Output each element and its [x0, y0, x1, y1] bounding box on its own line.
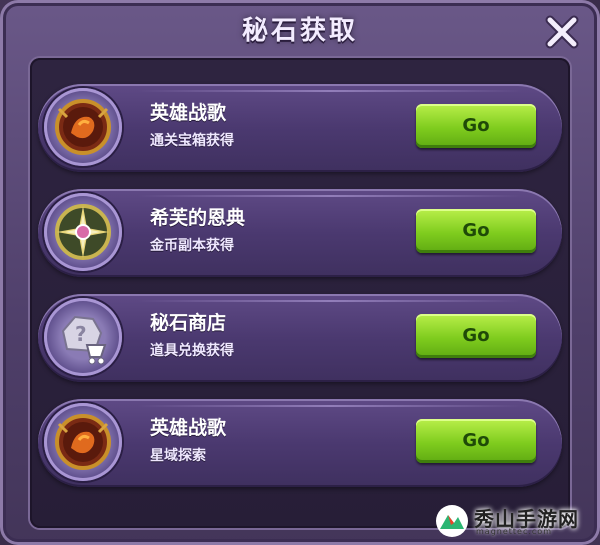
source-title: 英雄战歌: [150, 102, 227, 124]
hero-anthem-emblem-icon: [44, 88, 122, 166]
source-subtitle: 通关宝箱获得: [150, 133, 234, 149]
go-button[interactable]: Go: [416, 419, 536, 463]
go-button[interactable]: Go: [416, 104, 536, 148]
close-x-icon: [545, 15, 579, 49]
watermark-url: magnettec.com: [476, 527, 552, 536]
source-title: 秘石商店: [150, 312, 227, 334]
dialog-header: 秘石获取: [0, 0, 600, 56]
source-subtitle: 星域探索: [150, 448, 206, 464]
dialog-title: 秘石获取: [241, 16, 358, 46]
source-row-stone-shop: ? 秘石商店 道具兑换获得 Go: [38, 294, 562, 382]
go-button[interactable]: Go: [416, 314, 536, 358]
go-button[interactable]: Go: [416, 209, 536, 253]
source-title: 英雄战歌: [150, 417, 227, 439]
svg-text:?: ?: [75, 322, 87, 346]
close-button[interactable]: [542, 12, 582, 52]
source-row-hero-anthem-star: 英雄战歌 星域探索 Go: [38, 399, 562, 487]
compass-star-emblem-icon: [44, 193, 122, 271]
source-subtitle: 道具兑换获得: [150, 343, 234, 359]
source-row-sif-grace: 希芙的恩典 金币副本获得 Go: [38, 189, 562, 277]
site-watermark: 秀山手游网 magnettec.com: [434, 501, 594, 541]
source-row-hero-anthem: 英雄战歌 通关宝箱获得 Go: [38, 84, 562, 172]
source-subtitle: 金币副本获得: [150, 238, 234, 254]
mountain-logo-icon: [436, 505, 468, 537]
mystery-stone-cart-icon: ?: [44, 298, 122, 376]
source-title: 希芙的恩典: [150, 207, 246, 229]
hero-anthem-emblem-icon: [44, 403, 122, 481]
